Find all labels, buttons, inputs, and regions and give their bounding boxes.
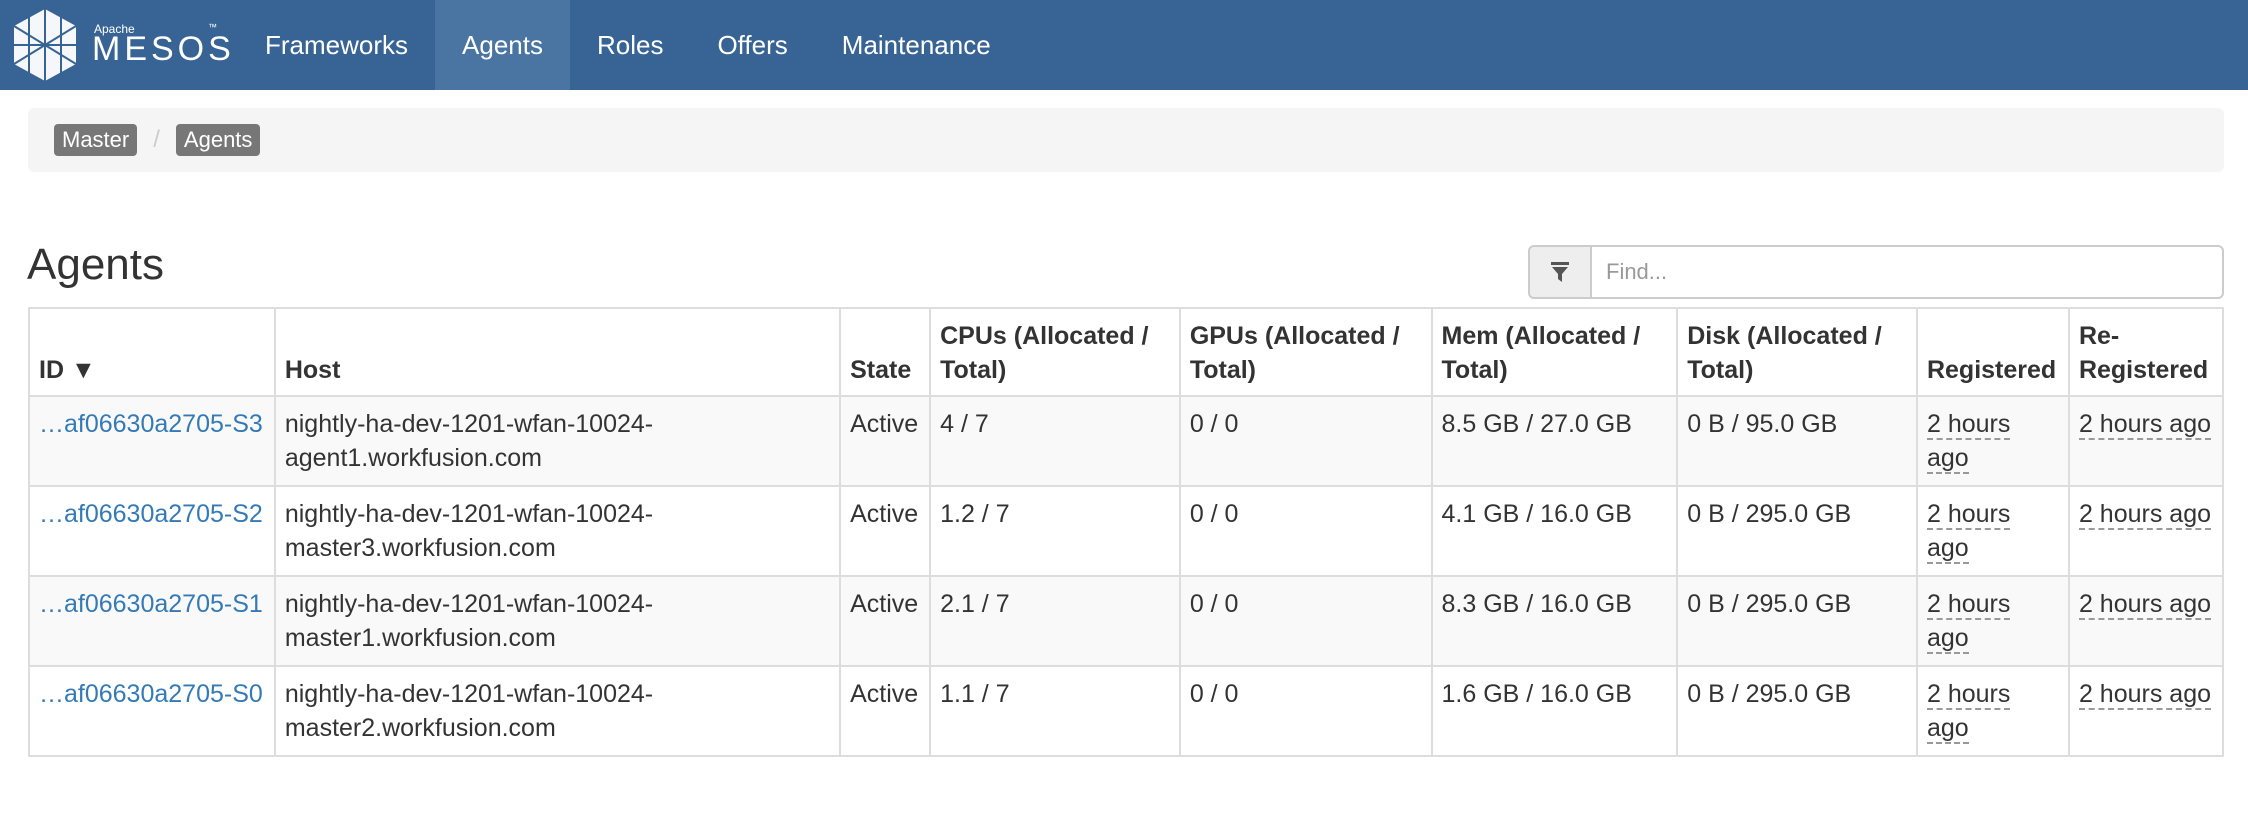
cell-id: …af06630a2705-S1 bbox=[28, 575, 276, 667]
table-header-row: ID ▼ Host State CPUs (Allocated / Total)… bbox=[28, 307, 2225, 397]
cell-reregistered: 2 hours ago bbox=[2067, 395, 2225, 487]
cell-disk: 0 B / 295.0 GB bbox=[1676, 575, 1918, 667]
cell-registered: 2 hours ago bbox=[1915, 665, 2070, 757]
cell-id: …af06630a2705-S3 bbox=[28, 395, 276, 487]
cell-id: …af06630a2705-S0 bbox=[28, 665, 276, 757]
cell-cpus: 4 / 7 bbox=[929, 395, 1181, 487]
breadcrumb-agents[interactable]: Agents bbox=[175, 124, 261, 156]
cell-mem: 8.5 GB / 27.0 GB bbox=[1430, 395, 1679, 487]
cell-host: nightly-ha-dev-1201-wfan-10024-agent1.wo… bbox=[273, 395, 842, 487]
cell-reregistered: 2 hours ago bbox=[2067, 575, 2225, 667]
breadcrumb: Master / Agents bbox=[28, 108, 2224, 172]
cell-id: …af06630a2705-S2 bbox=[28, 485, 276, 577]
brand[interactable]: Apache MESOS ™ bbox=[0, 0, 238, 90]
brand-trademark: ™ bbox=[208, 22, 217, 32]
header-host[interactable]: Host bbox=[273, 307, 842, 397]
cell-registered: 2 hours ago bbox=[1915, 485, 2070, 577]
agent-id-link[interactable]: …af06630a2705-S2 bbox=[39, 500, 263, 528]
reregistered-time: 2 hours ago bbox=[2078, 680, 2211, 710]
cell-gpus: 0 / 0 bbox=[1178, 665, 1433, 757]
header-state[interactable]: State bbox=[839, 307, 932, 397]
cell-host: nightly-ha-dev-1201-wfan-10024-master3.w… bbox=[273, 485, 842, 577]
cell-disk: 0 B / 95.0 GB bbox=[1676, 395, 1918, 487]
cell-gpus: 0 / 0 bbox=[1178, 575, 1433, 667]
mesos-logo-icon bbox=[13, 9, 77, 81]
agents-table: ID ▼ Host State CPUs (Allocated / Total)… bbox=[28, 307, 2225, 757]
cell-registered: 2 hours ago bbox=[1915, 575, 2070, 667]
filter-button[interactable] bbox=[1528, 245, 1590, 299]
header-disk[interactable]: Disk (Allocated / Total) bbox=[1676, 307, 1918, 397]
breadcrumb-master[interactable]: Master bbox=[54, 124, 138, 156]
cell-state: Active bbox=[839, 575, 932, 667]
cell-disk: 0 B / 295.0 GB bbox=[1676, 485, 1918, 577]
reregistered-time: 2 hours ago bbox=[2078, 500, 2211, 530]
nav-roles[interactable]: Roles bbox=[570, 0, 690, 90]
cell-cpus: 2.1 / 7 bbox=[929, 575, 1181, 667]
top-navbar: Apache MESOS ™ Frameworks Agents Roles O… bbox=[0, 0, 2248, 90]
header-reregistered[interactable]: Re-Registered bbox=[2067, 307, 2225, 397]
cell-registered: 2 hours ago bbox=[1915, 395, 2070, 487]
filter-icon bbox=[1551, 262, 1569, 282]
cell-disk: 0 B / 295.0 GB bbox=[1676, 665, 1918, 757]
cell-state: Active bbox=[839, 485, 932, 577]
header-mem[interactable]: Mem (Allocated / Total) bbox=[1430, 307, 1679, 397]
breadcrumb-separator: / bbox=[153, 126, 160, 153]
cell-gpus: 0 / 0 bbox=[1178, 395, 1433, 487]
registered-time: 2 hours ago bbox=[1926, 500, 2011, 564]
cell-state: Active bbox=[839, 395, 932, 487]
cell-reregistered: 2 hours ago bbox=[2067, 485, 2225, 577]
header-id[interactable]: ID ▼ bbox=[28, 307, 276, 397]
table-row: …af06630a2705-S3 nightly-ha-dev-1201-wfa… bbox=[28, 395, 2225, 487]
agent-id-link[interactable]: …af06630a2705-S1 bbox=[39, 590, 263, 618]
cell-mem: 1.6 GB / 16.0 GB bbox=[1430, 665, 1679, 757]
nav-maintenance[interactable]: Maintenance bbox=[815, 0, 1018, 90]
registered-time: 2 hours ago bbox=[1926, 410, 2011, 474]
cell-host: nightly-ha-dev-1201-wfan-10024-master2.w… bbox=[273, 665, 842, 757]
brand-name: MESOS bbox=[92, 30, 235, 68]
table-row: …af06630a2705-S2 nightly-ha-dev-1201-wfa… bbox=[28, 485, 2225, 577]
search-group bbox=[1528, 245, 2224, 299]
registered-time: 2 hours ago bbox=[1926, 590, 2011, 654]
registered-time: 2 hours ago bbox=[1926, 680, 2011, 744]
table-row: …af06630a2705-S1 nightly-ha-dev-1201-wfa… bbox=[28, 575, 2225, 667]
header-cpus[interactable]: CPUs (Allocated / Total) bbox=[929, 307, 1181, 397]
cell-cpus: 1.2 / 7 bbox=[929, 485, 1181, 577]
agent-id-link[interactable]: …af06630a2705-S0 bbox=[39, 680, 263, 708]
agent-id-link[interactable]: …af06630a2705-S3 bbox=[39, 410, 263, 438]
nav-frameworks[interactable]: Frameworks bbox=[238, 0, 435, 90]
reregistered-time: 2 hours ago bbox=[2078, 410, 2211, 440]
header-gpus[interactable]: GPUs (Allocated / Total) bbox=[1178, 307, 1433, 397]
reregistered-time: 2 hours ago bbox=[2078, 590, 2211, 620]
cell-mem: 8.3 GB / 16.0 GB bbox=[1430, 575, 1679, 667]
header-registered[interactable]: Registered bbox=[1915, 307, 2070, 397]
search-input[interactable] bbox=[1590, 245, 2224, 299]
cell-gpus: 0 / 0 bbox=[1178, 485, 1433, 577]
nav-offers[interactable]: Offers bbox=[690, 0, 814, 90]
page-title: Agents bbox=[27, 240, 164, 289]
cell-host: nightly-ha-dev-1201-wfan-10024-master1.w… bbox=[273, 575, 842, 667]
cell-cpus: 1.1 / 7 bbox=[929, 665, 1181, 757]
table-row: …af06630a2705-S0 nightly-ha-dev-1201-wfa… bbox=[28, 665, 2225, 757]
cell-state: Active bbox=[839, 665, 932, 757]
cell-mem: 4.1 GB / 16.0 GB bbox=[1430, 485, 1679, 577]
nav-agents[interactable]: Agents bbox=[435, 0, 570, 90]
cell-reregistered: 2 hours ago bbox=[2067, 665, 2225, 757]
